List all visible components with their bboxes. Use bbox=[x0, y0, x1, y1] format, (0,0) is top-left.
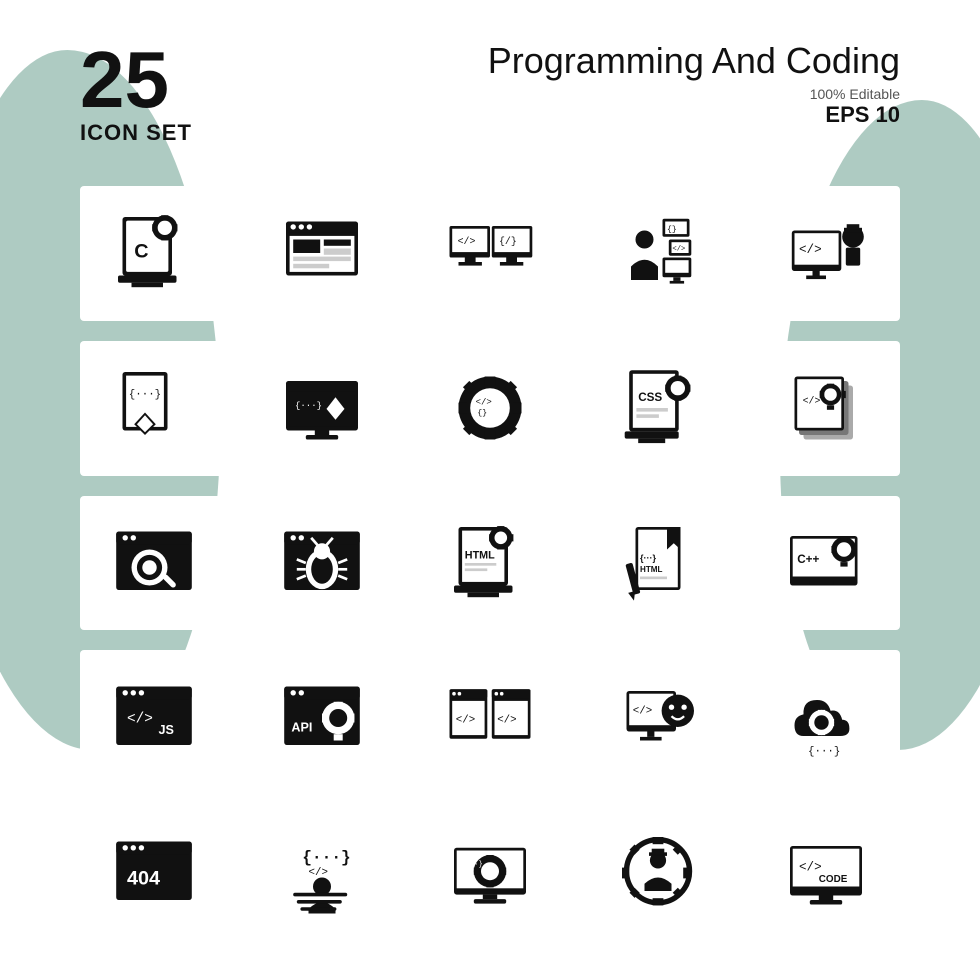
eps-label: EPS 10 bbox=[488, 102, 900, 128]
icon-cpp-code: C++ bbox=[752, 496, 900, 631]
icon-web-layout bbox=[248, 186, 396, 321]
svg-text:</>: </> bbox=[458, 236, 476, 247]
svg-text:</>: </> bbox=[799, 860, 822, 874]
svg-text:{···}: {···} bbox=[808, 746, 840, 758]
svg-text:JS: JS bbox=[159, 723, 174, 737]
icon-html-book: {···} HTML bbox=[584, 496, 732, 631]
svg-text:404: 404 bbox=[127, 867, 160, 889]
svg-text:API: API bbox=[291, 720, 312, 734]
header-right: Programming And Coding 100% Editable EPS… bbox=[488, 40, 900, 128]
icon-online-learning: {} </> bbox=[584, 186, 732, 321]
svg-text:</>: </> bbox=[803, 396, 821, 407]
header-left: 25 ICON SET bbox=[80, 40, 192, 146]
icon-gear-code: </> {} bbox=[416, 341, 564, 476]
icon-cloud-gear: {···} bbox=[752, 650, 900, 785]
svg-text:HTML: HTML bbox=[465, 549, 495, 561]
svg-text:{···}: {···} bbox=[640, 553, 656, 563]
icon-code-teacher: </> bbox=[752, 186, 900, 321]
svg-text:{···}: {···} bbox=[302, 849, 351, 867]
svg-text:{}: {} bbox=[667, 226, 677, 235]
svg-text:{/}: {/} bbox=[499, 236, 517, 247]
svg-text:{}: {} bbox=[477, 409, 487, 418]
svg-text:</>: </> bbox=[672, 246, 685, 254]
icon-monitor-face: </> bbox=[584, 650, 732, 785]
icon-html-settings: HTML bbox=[416, 496, 564, 631]
svg-text:CSS: CSS bbox=[638, 391, 662, 404]
icon-set-label: ICON SET bbox=[80, 120, 192, 146]
icon-404-browser: 404 bbox=[80, 805, 228, 940]
icon-developer: {···} </> bbox=[248, 805, 396, 940]
svg-text:HTML: HTML bbox=[640, 565, 662, 574]
icon-dual-monitor-code: </> {/} bbox=[416, 186, 564, 321]
svg-text:{···}: {···} bbox=[461, 860, 483, 868]
svg-text:</>: </> bbox=[633, 705, 652, 717]
svg-text:</>: </> bbox=[309, 866, 328, 878]
icon-ruby-file: {···} bbox=[80, 341, 228, 476]
icons-grid: C bbox=[80, 186, 900, 940]
header: 25 ICON SET Programming And Coding 100% … bbox=[80, 40, 900, 146]
svg-text:CODE: CODE bbox=[819, 874, 848, 885]
svg-text:</>: </> bbox=[476, 398, 492, 408]
svg-text:{···}: {···} bbox=[295, 401, 322, 411]
icon-code-layers: </> bbox=[752, 341, 900, 476]
icon-monitor-gear: {···} bbox=[416, 805, 564, 940]
icon-count: 25 bbox=[80, 40, 192, 120]
svg-text:</>: </> bbox=[456, 714, 475, 726]
icon-code-monitor: </> CODE bbox=[752, 805, 900, 940]
icon-api-settings: API bbox=[248, 650, 396, 785]
svg-text:C++: C++ bbox=[797, 553, 819, 566]
icon-gear-person bbox=[584, 805, 732, 940]
editable-label: 100% Editable bbox=[488, 86, 900, 102]
icon-c-programming: C bbox=[80, 186, 228, 321]
icon-js-browser: </> JS bbox=[80, 650, 228, 785]
icon-diamond-monitor: {···} bbox=[248, 341, 396, 476]
icon-css-file: CSS bbox=[584, 341, 732, 476]
svg-text:</>: </> bbox=[127, 711, 153, 727]
svg-text:C: C bbox=[134, 241, 148, 263]
page-title: Programming And Coding bbox=[488, 40, 900, 82]
svg-text:</>: </> bbox=[799, 243, 822, 257]
icon-search-browser bbox=[80, 496, 228, 631]
svg-text:</>: </> bbox=[497, 714, 516, 726]
icon-bug-browser bbox=[248, 496, 396, 631]
svg-text:{···}: {···} bbox=[129, 389, 161, 401]
icon-code-browser-2: </> </> bbox=[416, 650, 564, 785]
